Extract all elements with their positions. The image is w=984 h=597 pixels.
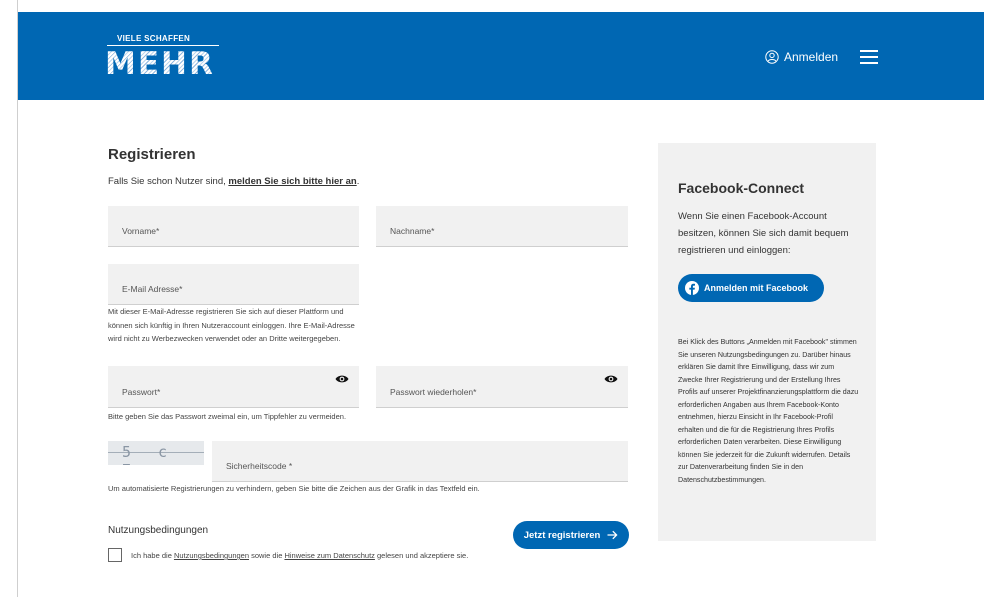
register-button[interactable]: Jetzt registrieren [513,521,629,549]
firstname-label: Vorname* [122,226,160,236]
eye-icon[interactable] [335,374,349,384]
hamburger-menu-icon[interactable] [860,50,878,64]
facebook-legal-text: Bei Klick des Buttons „Anmelden mit Face… [678,338,859,484]
privacy-link[interactable]: Hinweise zum Datenschutz [284,551,374,560]
password-repeat-field[interactable]: Passwort wiederholen* [376,366,628,408]
site-header: VIELE SCHAFFEN MEHR Anmelden [18,12,984,100]
login-hint-text: Falls Sie schon Nutzer sind, [108,176,229,187]
terms-checkbox[interactable] [108,548,122,562]
login-hint-end: . [356,176,360,187]
arrow-right-icon [607,530,618,540]
terms-text-post: gelesen und akzeptiere sie. [374,551,469,560]
password-hint: Bitte geben Sie das Passwort zweimal ein… [108,412,347,421]
logo-tagline: VIELE SCHAFFEN [117,34,191,43]
password-field[interactable]: Passwort* [108,366,359,408]
login-hint: Falls Sie schon Nutzer sind, melden Sie … [108,176,359,187]
facebook-login-label: Anmelden mit Facebook [704,283,809,293]
terms-heading: Nutzungsbedingungen [108,525,209,536]
email-hint: Mit dieser E-Mail-Adresse registrieren S… [108,307,355,343]
user-icon [765,50,779,64]
password-label: Passwort* [122,387,161,397]
email-field[interactable]: E-Mail Adresse* [108,264,359,305]
firstname-field[interactable]: Vorname* [108,206,359,247]
lastname-label: Nachname* [390,226,435,236]
page-title: Registrieren [108,146,196,163]
login-link[interactable]: Anmelden [765,50,838,64]
terms-text-pre: Ich habe die [131,551,174,560]
terms-label: Ich habe die Nutzungsbedingungen sowie d… [131,551,468,560]
eye-icon[interactable] [604,374,618,384]
facebook-login-button[interactable]: Anmelden mit Facebook [678,274,824,302]
captcha-field[interactable]: Sicherheitscode * [212,441,628,482]
captcha-hint: Um automatisierte Registrierungen zu ver… [108,484,480,493]
terms-link[interactable]: Nutzungsbedingungen [174,551,249,560]
password-repeat-label: Passwort wiederholen* [390,387,477,397]
facebook-connect-panel: Facebook-Connect Wenn Sie einen Facebook… [658,143,876,541]
facebook-connect-description: Wenn Sie einen Facebook-Account besitzen… [678,211,849,256]
captcha-image: 5 c 7 c [108,441,204,465]
facebook-icon [685,281,699,295]
login-label: Anmelden [784,50,839,64]
terms-text-mid: sowie die [249,551,285,560]
lastname-field[interactable]: Nachname* [376,206,628,247]
register-button-label: Jetzt registrieren [523,529,601,541]
captcha-text: 5 c 7 c [122,443,177,465]
logo-wordmark: MEHR [105,46,215,82]
captcha-label: Sicherheitscode * [226,461,293,471]
facebook-connect-title: Facebook-Connect [678,180,805,196]
email-label: E-Mail Adresse* [122,284,183,294]
site-logo[interactable]: VIELE SCHAFFEN MEHR [105,34,219,82]
login-hint-link[interactable]: melden Sie sich bitte hier an [228,176,356,187]
